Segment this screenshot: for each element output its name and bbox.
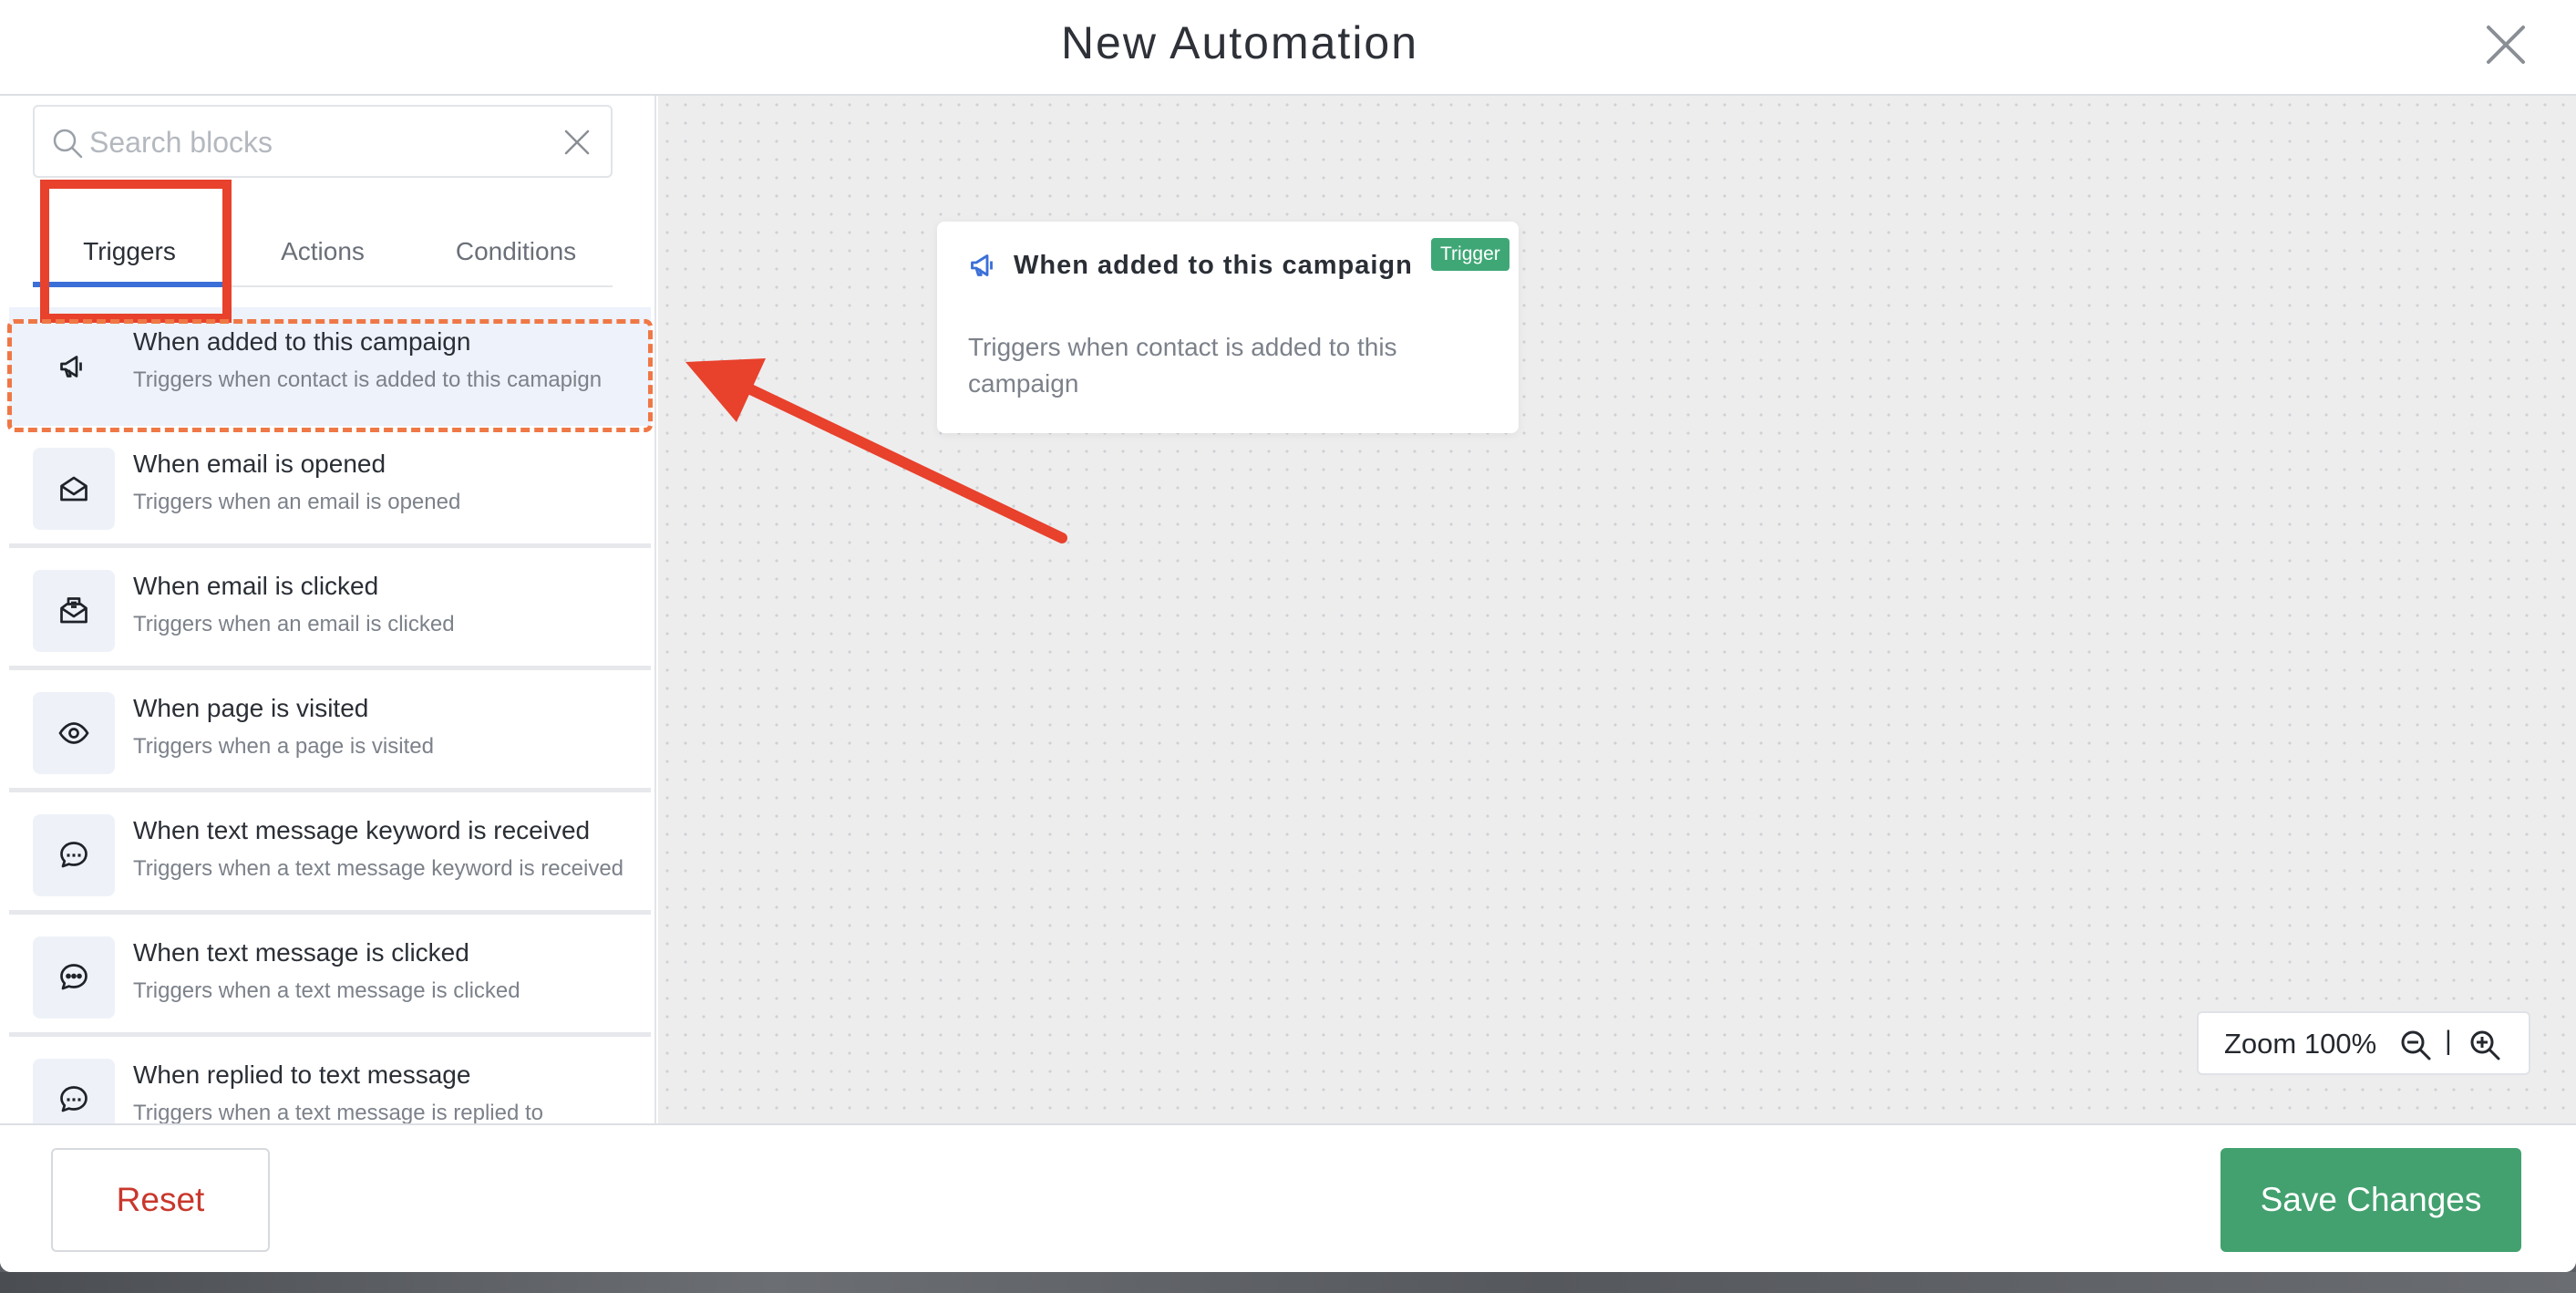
item-title: When page is visited — [133, 694, 369, 722]
zoom-in-icon[interactable] — [2468, 1029, 2501, 1061]
item-icon-container — [33, 326, 115, 408]
clear-search-icon[interactable] — [562, 127, 592, 158]
trigger-list: When added to this campaign Triggers whe… — [9, 307, 651, 1123]
item-description: Triggers when a text message is clicked — [133, 978, 520, 1003]
save-changes-button[interactable]: Save Changes — [2221, 1148, 2521, 1252]
item-title: When added to this campaign — [133, 327, 471, 356]
list-item[interactable]: When email is opened Triggers when an em… — [9, 429, 651, 548]
close-button[interactable] — [2479, 18, 2532, 71]
reset-button[interactable]: Reset — [51, 1148, 270, 1252]
item-title: When text message is clicked — [133, 938, 469, 967]
zoom-out-icon[interactable] — [2399, 1029, 2432, 1061]
item-description: Triggers when a page is visited — [133, 734, 434, 759]
node-description: Triggers when contact is added to this c… — [968, 333, 1397, 398]
list-item[interactable]: When text message is clicked Triggers wh… — [9, 918, 651, 1037]
eye-icon — [58, 722, 89, 744]
item-icon-container — [33, 936, 115, 1019]
workflow-canvas[interactable]: When added to this campaign Trigger Trig… — [658, 96, 2576, 1123]
list-item[interactable]: When text message keyword is received Tr… — [9, 796, 651, 915]
node-title: When added to this campaign — [1014, 251, 1413, 280]
blocks-sidebar: Triggers Actions Conditions When added t… — [0, 96, 656, 1123]
search-icon — [53, 129, 83, 159]
item-title: When text message keyword is received — [133, 816, 591, 844]
item-icon-container — [33, 570, 115, 652]
sms-bubble-icon — [60, 842, 88, 868]
zoom-control: Zoom 100% | — [2197, 1011, 2530, 1075]
item-description: Triggers when contact is added to this c… — [133, 367, 603, 392]
megaphone-icon — [971, 254, 993, 276]
item-description: Triggers when an email is clicked — [133, 612, 455, 636]
modal-footer: Reset Save Changes — [0, 1123, 2576, 1272]
item-title: When email is clicked — [133, 572, 379, 600]
item-description: Triggers when an email is opened — [133, 490, 461, 514]
list-item[interactable]: When replied to text message Triggers wh… — [9, 1040, 651, 1123]
search-input[interactable] — [89, 118, 545, 167]
item-icon-container — [33, 814, 115, 896]
tab-triggers[interactable]: Triggers — [33, 205, 226, 287]
zoom-separator: | — [2445, 1026, 2452, 1056]
modal-title: New Automation — [1060, 17, 1419, 68]
list-item[interactable]: When added to this campaign Triggers whe… — [9, 307, 651, 426]
close-icon — [2487, 26, 2525, 64]
modal-header: New Automation — [0, 0, 2576, 96]
zoom-label: Zoom 100% — [2224, 1028, 2377, 1060]
item-title: When replied to text message — [133, 1060, 471, 1089]
item-icon-container — [33, 692, 115, 774]
tab-conditions[interactable]: Conditions — [419, 205, 613, 287]
item-title: When email is opened — [133, 450, 386, 478]
sms-bubble-icon — [60, 1086, 88, 1112]
tab-actions[interactable]: Actions — [226, 205, 419, 287]
search-box — [33, 105, 613, 178]
mail-click-icon — [60, 597, 88, 624]
list-item[interactable]: When email is clicked Triggers when an e… — [9, 552, 651, 670]
list-item[interactable]: When page is visited Triggers when a pag… — [9, 674, 651, 792]
block-tabs: Triggers Actions Conditions — [33, 205, 613, 287]
item-description: Triggers when a text message keyword is … — [133, 856, 624, 881]
item-icon-container — [33, 448, 115, 530]
automation-modal: New Automation Triggers Actions Conditio… — [0, 0, 2576, 1272]
megaphone-icon — [60, 356, 82, 378]
trigger-badge: Trigger — [1431, 238, 1510, 271]
page-backdrop — [0, 1272, 2576, 1293]
envelope-open-icon — [60, 476, 88, 502]
trigger-node-card[interactable]: When added to this campaign Trigger Trig… — [937, 222, 1519, 433]
item-description: Triggers when a text message is replied … — [133, 1101, 543, 1123]
item-icon-container — [33, 1059, 115, 1123]
chat-bubble-icon — [60, 964, 88, 990]
